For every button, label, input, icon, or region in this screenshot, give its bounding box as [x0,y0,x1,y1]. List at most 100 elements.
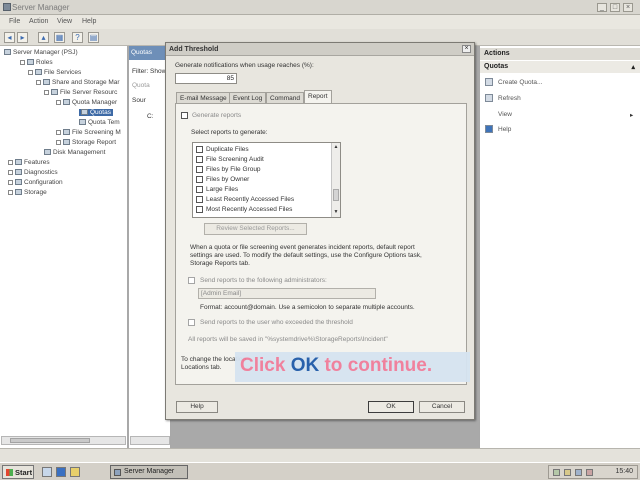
threshold-percent-input[interactable]: 85 [175,73,237,84]
report-item[interactable]: Least Recently Accessed Files [196,196,294,203]
dialog-close-button[interactable]: × [462,45,471,53]
ok-button[interactable]: OK [368,401,414,413]
start-button[interactable]: Start [2,465,34,479]
report-checkbox[interactable] [196,196,203,203]
tree-item-share-storage[interactable]: Share and Storage Mar [36,79,120,86]
admin-email-input[interactable]: [Admin Email] [198,288,376,299]
tray-icon[interactable] [564,469,571,476]
collapse-box-icon[interactable] [44,89,49,95]
collapse-box-icon[interactable] [28,69,33,75]
network-icon[interactable] [553,469,560,476]
results-horizontal-scrollbar[interactable] [130,436,170,445]
actions-section-quotas[interactable]: Quotas ▴ [480,61,640,73]
tree-item-quota-manager[interactable]: Quota Manager [56,99,117,106]
show-hide-tree-icon[interactable]: ▦ [54,32,65,43]
tree-item-file-screening[interactable]: File Screening M [56,129,121,136]
tree-item-diagnostics[interactable]: Diagnostics [8,169,58,176]
action-view[interactable]: View [498,111,512,118]
quicklaunch-powershell-icon[interactable] [56,467,66,477]
expand-box-icon[interactable] [8,179,13,185]
tree-item-file-services[interactable]: File Services [28,69,81,76]
tree-item-fsrm[interactable]: File Server Resourc [44,89,117,96]
forward-arrow-icon[interactable]: ▸ [17,32,28,43]
expand-box-icon[interactable] [8,159,13,165]
report-checkbox[interactable] [196,156,203,163]
reports-list-scrollbar[interactable]: ▲ ▼ [331,143,340,217]
actions-header: Actions [480,48,640,60]
actions-pane: Actions Quotas ▴ Create Quota... Refresh … [479,46,640,448]
collapse-arrow-icon[interactable]: ▴ [631,63,635,71]
help-button[interactable]: Help [176,401,218,413]
windows-logo-icon [6,469,13,476]
maximize-button[interactable]: □ [610,3,620,12]
scrollbar-thumb[interactable] [10,438,90,443]
up-folder-icon[interactable]: ▴ [38,32,49,43]
report-checkbox[interactable] [196,186,203,193]
report-item[interactable]: Files by File Group [196,166,261,173]
menu-action[interactable]: Action [29,18,48,25]
tray-icon[interactable] [575,469,582,476]
reports-listbox[interactable]: Duplicate Files File Screening Audit Fil… [192,142,341,218]
report-item[interactable]: File Screening Audit [196,156,264,163]
tree-item-quotas[interactable]: Quotas [79,109,113,116]
tree-item-roles[interactable]: Roles [20,59,53,66]
send-user-checkbox[interactable] [188,319,195,326]
expand-box-icon[interactable] [56,129,61,135]
tab-report[interactable]: Report [304,90,332,104]
filter-label[interactable]: Filter: Show [132,68,166,75]
report-item[interactable]: Duplicate Files [196,146,249,153]
generate-reports-checkbox[interactable] [181,112,188,119]
tree-item-server-manager[interactable]: Server Manager (PSJ) [4,49,78,56]
collapse-box-icon[interactable] [56,99,61,105]
action-refresh[interactable]: Refresh [498,95,521,102]
quicklaunch-explorer-icon[interactable] [70,467,80,477]
source-column-header[interactable]: Sour [132,97,146,104]
report-item[interactable]: Most Recently Accessed Files [196,206,292,213]
tree-item-storage-reports[interactable]: Storage Report [56,139,116,146]
send-admin-label: Send reports to the following administra… [200,277,327,284]
report-checkbox[interactable] [196,176,203,183]
menu-file[interactable]: File [9,18,20,25]
report-checkbox[interactable] [196,206,203,213]
expand-box-icon[interactable] [8,189,13,195]
expand-box-icon[interactable] [8,169,13,175]
taskbar: Start Server Manager 15:40 [0,462,640,480]
cancel-button[interactable]: Cancel [419,401,465,413]
minimize-button[interactable]: _ [597,3,607,12]
quota-row-c[interactable]: C: [147,113,154,120]
roles-icon [27,59,34,66]
review-selected-reports-button[interactable]: Review Selected Reports... [204,223,307,235]
share-icon [43,79,50,86]
action-help[interactable]: Help [498,126,511,133]
scrollbar-thumb[interactable] [333,189,339,201]
report-checkbox[interactable] [196,166,203,173]
scroll-down-arrow-icon[interactable]: ▼ [333,209,339,215]
close-window-button[interactable]: × [623,3,633,12]
scroll-up-arrow-icon[interactable]: ▲ [333,144,339,150]
quicklaunch-server-manager-icon[interactable] [42,467,52,477]
expand-box-icon[interactable] [36,79,41,85]
action-create-quota[interactable]: Create Quota... [498,79,542,86]
properties-icon[interactable]: ▤ [88,32,99,43]
tree-horizontal-scrollbar[interactable] [1,436,126,445]
system-tray: 15:40 [548,465,638,479]
select-reports-label: Select reports to generate: [191,129,268,136]
disk-icon [44,149,51,156]
tree-item-configuration[interactable]: Configuration [8,179,63,186]
report-item[interactable]: Large Files [196,186,238,193]
back-arrow-icon[interactable]: ◂ [4,32,15,43]
report-item[interactable]: Files by Owner [196,176,249,183]
menu-help[interactable]: Help [82,18,96,25]
tray-icon[interactable] [586,469,593,476]
tree-item-features[interactable]: Features [8,159,50,166]
tree-item-disk-management[interactable]: Disk Management [44,149,105,156]
help-book-icon[interactable]: ? [72,32,83,43]
send-admin-checkbox[interactable] [188,277,195,284]
tree-item-quota-templates[interactable]: Quota Tem [79,119,120,126]
expand-box-icon[interactable] [56,139,61,145]
tree-item-storage[interactable]: Storage [8,189,47,196]
report-checkbox[interactable] [196,146,203,153]
collapse-box-icon[interactable] [20,59,25,65]
taskbar-server-manager-button[interactable]: Server Manager [110,465,188,479]
menu-view[interactable]: View [57,18,72,25]
